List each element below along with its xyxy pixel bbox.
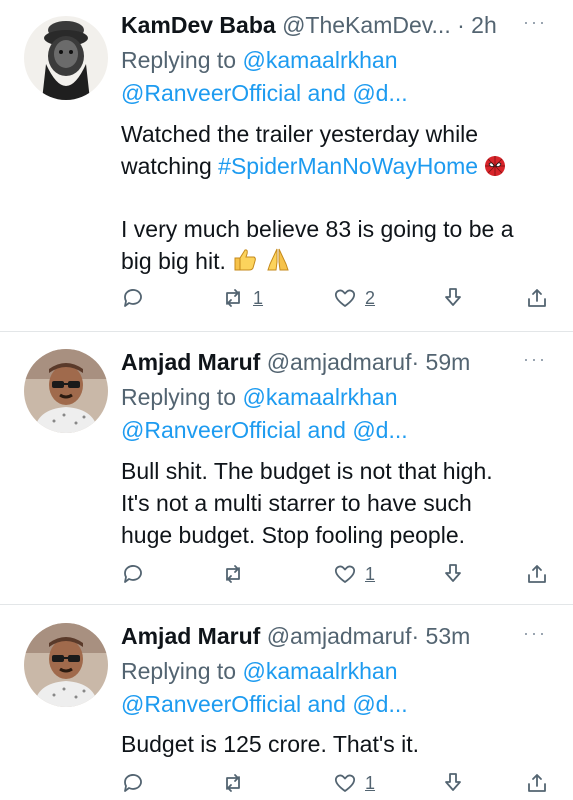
mention-link[interactable]: @RanveerOfficial [121,80,301,106]
separator-dot: · [411,623,420,649]
separator-dot: · [411,349,420,375]
share-icon [528,565,546,583]
heart-icon [334,289,356,307]
tweet-text-line: watching #SpiderManNoWayHome [121,149,506,183]
share-icon [528,289,546,307]
retweet-button[interactable]: 1 [221,282,263,314]
avatar[interactable] [24,16,108,100]
tweet-actions: 1 2 [121,282,551,314]
tweet-text-line: It's not a multi starrer to have such [121,490,472,516]
heart-icon [334,774,356,792]
retweet-icon [226,565,240,583]
avatar-image-icon [24,349,108,433]
author-name[interactable]: Amjad Maruf [121,349,260,375]
more-options-icon[interactable]: ··· [523,347,547,371]
tweet-divider [0,604,573,605]
mention-link[interactable]: @kamaalrkhan [242,658,397,684]
tweet-1[interactable]: KamDev Baba @TheKamDev... · 2h ··· Reply… [0,10,573,330]
like-button[interactable]: 1 [333,767,375,799]
author-line: Amjad Maruf @amjadmaruf· 53m [121,621,470,651]
avatar-image-icon [24,16,108,100]
spider-man-mask-icon [485,156,506,176]
reply-button[interactable] [121,282,145,314]
share-button[interactable] [525,282,549,314]
more-mentions-link[interactable]: and @d... [301,417,408,443]
tweet-2[interactable]: Amjad Maruf @amjadmaruf· 59m ··· Replyin… [0,347,573,602]
avatar[interactable] [24,349,108,433]
replying-to: Replying to @kamaalrkhan [121,44,398,76]
download-icon [445,564,461,582]
author-handle[interactable]: @amjadmaruf [267,349,412,375]
retweet-button[interactable] [221,558,245,590]
tweet-text: watching [121,153,219,179]
author-handle[interactable]: @amjadmaruf [267,623,412,649]
tweet-text-line: Bull shit. The budget is not that high. [121,458,493,484]
like-count[interactable]: 1 [365,564,375,585]
timestamp[interactable]: 53m [426,623,471,649]
tweet-text-line: Watched the trailer yesterday while [121,121,479,147]
replying-to: Replying to @kamaalrkhan [121,381,398,413]
download-icon [445,773,461,791]
share-icon [528,774,546,792]
more-options-icon[interactable]: ··· [523,10,547,34]
like-count[interactable]: 2 [365,288,375,309]
share-button[interactable] [525,767,549,799]
author-handle[interactable]: @TheKamDev... [282,12,451,38]
retweet-icon [226,774,240,792]
tweet-text-line: big big hit. [121,244,291,278]
tweet-3[interactable]: Amjad Maruf @amjadmaruf· 53m ··· Replyin… [0,621,573,800]
reply-icon [124,774,142,792]
replying-to-cont: @RanveerOfficial and @d... [121,688,408,720]
author-name[interactable]: KamDev Baba [121,12,276,38]
tweet-divider [0,331,573,332]
tweet-text: big big hit. [121,248,226,274]
like-button[interactable]: 1 [333,558,375,590]
retweet-count[interactable]: 1 [253,288,263,309]
more-options-icon[interactable]: ··· [523,621,547,645]
heart-icon [334,565,356,583]
author-name[interactable]: Amjad Maruf [121,623,260,649]
reply-icon [124,565,142,583]
replying-to-cont: @RanveerOfficial and @d... [121,77,408,109]
timestamp[interactable]: 59m [426,349,471,375]
mention-link[interactable]: @RanveerOfficial [121,417,301,443]
reply-button[interactable] [121,558,145,590]
tweet-text-line: Budget is 125 crore. That's it. [121,731,420,757]
tweet-text-line: I very much believe 83 is going to be a [121,216,514,242]
share-button[interactable] [525,558,549,590]
more-mentions-link[interactable]: and @d... [301,80,408,106]
thumbs-up-icon [234,249,257,271]
hashtag-link[interactable]: #SpiderManNoWayHome [218,153,478,179]
timestamp[interactable]: 2h [471,12,497,38]
tweet-actions: 1 [121,767,551,799]
tweet-text-line: huge budget. Stop fooling people. [121,522,466,548]
separator-dot: · [457,12,465,38]
mention-link[interactable]: @kamaalrkhan [242,47,397,73]
replying-prefix: Replying to [121,47,243,73]
bookmark-button[interactable] [441,767,465,799]
replying-to: Replying to @kamaalrkhan [121,655,398,687]
replying-to-cont: @RanveerOfficial and @d... [121,414,408,446]
like-button[interactable]: 2 [333,282,375,314]
retweet-icon [226,289,240,307]
mention-link[interactable]: @RanveerOfficial [121,691,301,717]
reply-icon [124,289,142,307]
author-line: Amjad Maruf @amjadmaruf· 59m [121,347,470,377]
bookmark-button[interactable] [441,282,465,314]
like-count[interactable]: 1 [365,773,375,794]
avatar[interactable] [24,623,108,707]
folded-hands-icon [266,248,289,271]
retweet-button[interactable] [221,767,245,799]
bookmark-button[interactable] [441,558,465,590]
replying-prefix: Replying to [121,658,243,684]
mention-link[interactable]: @kamaalrkhan [242,384,397,410]
author-line: KamDev Baba @TheKamDev... · 2h [121,10,497,40]
avatar-image-icon [24,623,108,707]
reply-button[interactable] [121,767,145,799]
download-icon [445,288,461,306]
more-mentions-link[interactable]: and @d... [301,691,408,717]
replying-prefix: Replying to [121,384,243,410]
tweet-actions: 1 [121,558,551,590]
